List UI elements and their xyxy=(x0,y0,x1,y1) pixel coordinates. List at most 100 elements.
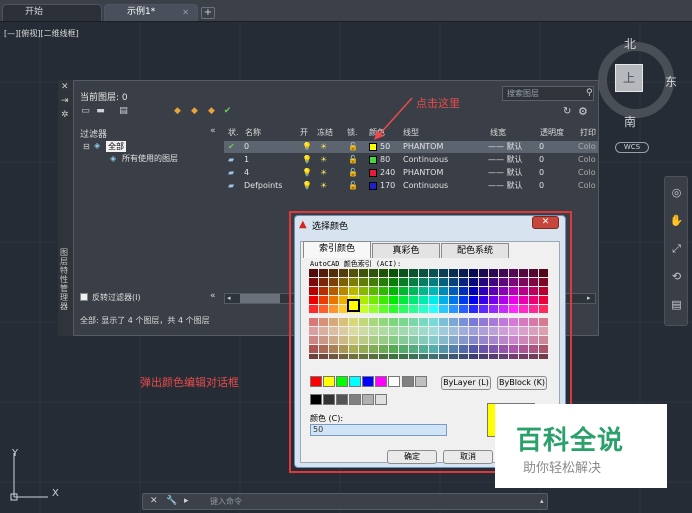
palette-cell[interactable] xyxy=(489,327,498,335)
palette-cell[interactable] xyxy=(459,278,468,286)
palette-cell[interactable] xyxy=(399,296,408,304)
color-input[interactable]: 50 xyxy=(310,424,447,436)
palette-cell[interactable] xyxy=(459,354,468,359)
palette-cell[interactable] xyxy=(409,327,418,335)
layer-name[interactable]: 0 xyxy=(244,141,249,153)
palette-cell[interactable] xyxy=(499,327,508,335)
layer-plot-style[interactable]: Colo xyxy=(578,167,596,179)
palette-cell[interactable] xyxy=(409,305,418,313)
standard-color-swatch[interactable] xyxy=(375,376,387,387)
palette-cell[interactable] xyxy=(319,278,328,286)
gray-color-swatch[interactable] xyxy=(415,376,427,387)
palette-cell[interactable] xyxy=(539,318,548,326)
layer-transparency[interactable]: 0 xyxy=(539,154,544,166)
palette-cell[interactable] xyxy=(499,305,508,313)
standard-color-swatch[interactable] xyxy=(388,376,400,387)
pan-hand-icon[interactable]: ✋ xyxy=(669,213,684,228)
palette-cell[interactable] xyxy=(529,278,538,286)
palette-cell[interactable] xyxy=(399,287,408,295)
scroll-left-icon[interactable]: ◂ xyxy=(227,294,231,302)
palette-cell[interactable] xyxy=(499,318,508,326)
palette-cell[interactable] xyxy=(489,318,498,326)
palette-cell[interactable] xyxy=(309,327,318,335)
palette-cell[interactable] xyxy=(359,354,368,359)
palette-cell[interactable] xyxy=(529,296,538,304)
palette-cell[interactable] xyxy=(469,287,478,295)
filter-all[interactable]: 全部 xyxy=(106,141,126,152)
palette-cell[interactable] xyxy=(359,336,368,344)
palette-cell[interactable] xyxy=(439,296,448,304)
palette-cell[interactable] xyxy=(479,318,488,326)
palette-cell[interactable] xyxy=(479,354,488,359)
palette-cell[interactable] xyxy=(499,296,508,304)
layer-transparency[interactable]: 0 xyxy=(539,141,544,153)
layer-color-swatch[interactable] xyxy=(369,143,377,151)
palette-cell[interactable] xyxy=(339,278,348,286)
palette-cell[interactable] xyxy=(369,269,378,277)
gray-color-swatch[interactable] xyxy=(310,394,322,405)
palette-cell[interactable] xyxy=(369,278,378,286)
layer-name[interactable]: Defpoints xyxy=(244,180,282,192)
tab-index-color[interactable]: 索引颜色 xyxy=(303,241,371,258)
palette-cell[interactable] xyxy=(519,287,528,295)
delete-layer-icon[interactable]: ◆ xyxy=(206,106,217,116)
palette-cell[interactable] xyxy=(309,278,318,286)
palette-cell[interactable] xyxy=(429,305,438,313)
palette-cell[interactable] xyxy=(309,296,318,304)
palette-cell[interactable] xyxy=(419,345,428,353)
layer-color-number[interactable]: 170 xyxy=(380,180,395,192)
layer-lineweight[interactable]: —— 默认 xyxy=(488,141,523,153)
standard-color-swatch[interactable] xyxy=(349,376,361,387)
layer-color-swatch[interactable] xyxy=(369,169,377,177)
new-tab-button[interactable]: + xyxy=(201,7,215,19)
palette-cell[interactable] xyxy=(309,345,318,353)
palette-cell[interactable] xyxy=(359,269,368,277)
palette-cell[interactable] xyxy=(399,345,408,353)
layer-color-swatch[interactable] xyxy=(369,182,377,190)
layer-plot-style[interactable]: Colo xyxy=(578,154,596,166)
byblock-button[interactable]: ByBlock (K) xyxy=(497,376,547,390)
compass-north[interactable]: 北 xyxy=(624,35,636,52)
palette-cell[interactable] xyxy=(389,296,398,304)
collapse-filter-icon[interactable]: « xyxy=(210,126,216,136)
palette-cell[interactable] xyxy=(369,296,378,304)
palette-cell[interactable] xyxy=(419,296,428,304)
palette-cell[interactable] xyxy=(499,345,508,353)
palette-cell[interactable] xyxy=(539,278,548,286)
gray-color-swatch[interactable] xyxy=(336,394,348,405)
palette-cell[interactable] xyxy=(519,318,528,326)
palette-cell[interactable] xyxy=(429,269,438,277)
palette-cell[interactable] xyxy=(469,354,478,359)
palette-cell[interactable] xyxy=(379,345,388,353)
palette-cell[interactable] xyxy=(479,345,488,353)
palette-cell[interactable] xyxy=(529,305,538,313)
layer-transparency[interactable]: 0 xyxy=(539,180,544,192)
palette-cell[interactable] xyxy=(509,269,518,277)
set-current-icon[interactable]: ✔ xyxy=(222,106,233,116)
palette-cell[interactable] xyxy=(449,345,458,353)
palette-cell[interactable] xyxy=(369,305,378,313)
palette-cell[interactable] xyxy=(309,287,318,295)
palette-cell[interactable] xyxy=(339,287,348,295)
command-history-icon[interactable]: ▴ xyxy=(540,497,544,505)
palette-cell[interactable] xyxy=(429,278,438,286)
cancel-button[interactable]: 取消 xyxy=(443,450,493,464)
palette-cell[interactable] xyxy=(419,318,428,326)
palette-cell[interactable] xyxy=(439,269,448,277)
gray-color-swatch[interactable] xyxy=(402,376,414,387)
palette-cell[interactable] xyxy=(379,318,388,326)
palette-cell[interactable] xyxy=(519,327,528,335)
viewport-controls[interactable]: [—][俯视][二维线框] xyxy=(4,28,79,39)
palette-cell[interactable] xyxy=(479,305,488,313)
tab-true-color[interactable]: 真彩色 xyxy=(372,243,440,258)
selected-color-swatch[interactable] xyxy=(347,299,360,312)
dialog-close-button[interactable]: ✕ xyxy=(532,216,559,229)
palette-cell[interactable] xyxy=(379,287,388,295)
palette-cell[interactable] xyxy=(459,318,468,326)
palette-cell[interactable] xyxy=(329,287,338,295)
palette-cell[interactable] xyxy=(379,296,388,304)
layer-color-number[interactable]: 240 xyxy=(380,167,395,179)
palette-cell[interactable] xyxy=(339,269,348,277)
palette-cell[interactable] xyxy=(489,269,498,277)
palette-cell[interactable] xyxy=(359,327,368,335)
